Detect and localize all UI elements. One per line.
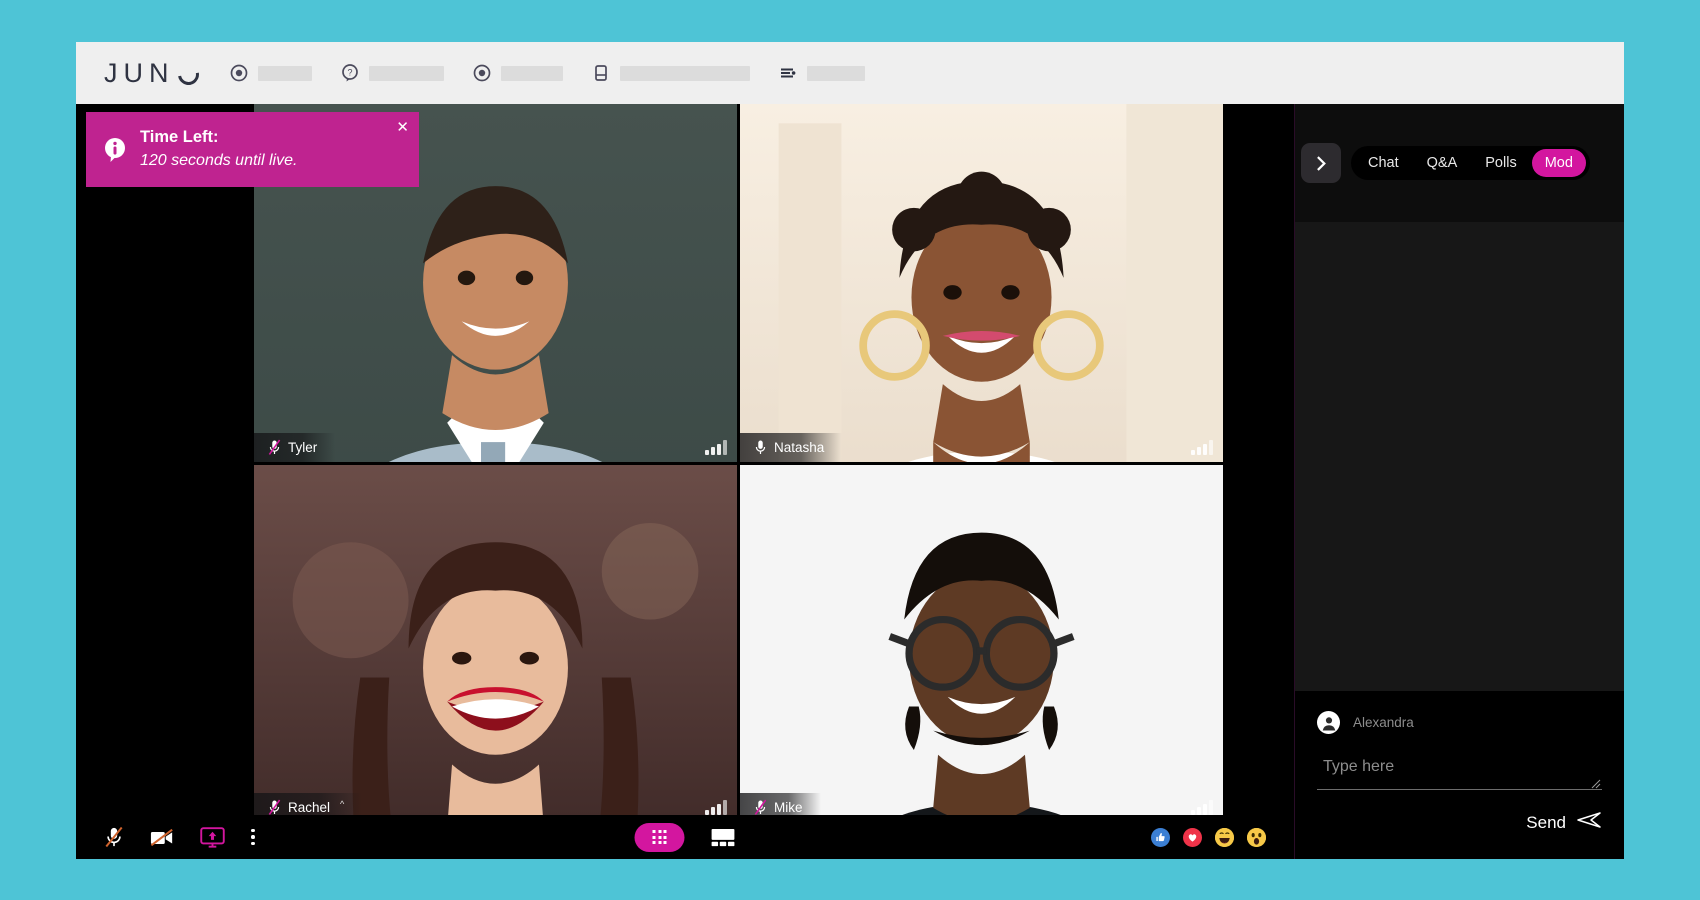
mic-on-icon [754, 439, 767, 456]
nav-item-1[interactable]: ? [340, 63, 444, 83]
mic-off-icon [104, 826, 124, 851]
toast-title: Time Left: [140, 128, 219, 147]
tab-mod[interactable]: Mod [1531, 149, 1586, 177]
participant-name: Mike [774, 800, 803, 815]
chevron-right-icon [1316, 155, 1326, 171]
nav-item-3[interactable] [591, 63, 750, 83]
nav-label-placeholder [368, 65, 444, 81]
reactions-group [1151, 827, 1266, 847]
message-composer: Alexandra Send [1295, 691, 1624, 859]
user-icon [1318, 712, 1339, 733]
nav-label-placeholder [619, 65, 750, 81]
record-circle-icon [472, 63, 492, 83]
panel-tabs: Chat Q&A Polls Mod [1351, 146, 1590, 180]
participant-name: Natasha [774, 439, 825, 455]
nav-label-placeholder [257, 65, 312, 81]
participant-video [740, 464, 1223, 822]
participant-nameplate: Natasha [740, 432, 843, 462]
juno-logo[interactable]: JUN [104, 57, 203, 89]
send-button-label: Send [1526, 812, 1566, 832]
grid-view-icon [652, 830, 667, 844]
composer-user-name: Alexandra [1353, 715, 1414, 730]
juno-logo-arc [173, 59, 203, 89]
juno-logo-text: JUN [104, 57, 175, 88]
control-bar-center [634, 822, 736, 852]
participant-video [740, 104, 1223, 462]
nav-item-4[interactable] [778, 63, 865, 83]
tab-polls[interactable]: Polls [1472, 149, 1529, 177]
video-grid: Tyler Natasha Rachel ^ Mike [254, 104, 1223, 822]
svg-text:?: ? [347, 68, 352, 78]
speaker-view-icon [711, 828, 736, 850]
close-icon[interactable]: ✕ [396, 120, 409, 135]
tab-qa[interactable]: Q&A [1414, 149, 1471, 177]
surprised-face-icon [1247, 827, 1266, 847]
app-header: JUN ? [76, 42, 1624, 104]
video-tile[interactable]: Rachel ^ [254, 464, 737, 822]
microphone-muted-button[interactable] [104, 826, 124, 848]
filter-lines-icon [778, 63, 798, 83]
laughing-face-icon [1215, 827, 1234, 847]
nav-label-placeholder [806, 65, 865, 81]
nav-item-2[interactable] [472, 63, 563, 83]
book-icon [591, 63, 611, 83]
send-row[interactable]: Send [1317, 810, 1602, 835]
time-left-toast: Time Left: 120 seconds until live. ✕ [86, 112, 419, 187]
grid-view-button[interactable] [634, 822, 685, 852]
send-icon [1576, 810, 1602, 835]
laugh-reaction[interactable] [1215, 827, 1234, 847]
mic-off-icon [754, 799, 767, 816]
camera-muted-button[interactable] [150, 828, 174, 847]
connection-signal-icon [705, 439, 727, 455]
thumbs-up-reaction[interactable] [1151, 827, 1170, 847]
participant-name: Rachel [288, 800, 331, 815]
participant-video [254, 464, 737, 822]
toast-text: Time Left: 120 seconds until live. [140, 126, 297, 172]
collapse-panel-button[interactable] [1301, 143, 1341, 183]
control-bar [76, 815, 1294, 859]
mic-off-icon [268, 799, 281, 816]
mic-off-icon [268, 439, 281, 456]
juno-app-window: JUN ? Tyler Natasha Rachel ^ Mike Time L… [76, 42, 1624, 859]
heart-icon [1188, 833, 1197, 842]
connection-signal-icon [1191, 439, 1213, 455]
heart-reaction[interactable] [1183, 827, 1202, 847]
help-bubble-icon: ? [340, 63, 360, 83]
connection-signal-icon [705, 800, 727, 815]
record-circle-icon [229, 63, 249, 83]
resize-grip-icon [1591, 779, 1601, 789]
nav-label-placeholder [500, 65, 563, 81]
more-options-button[interactable] [251, 828, 255, 846]
avatar [1317, 711, 1340, 734]
composer-user: Alexandra [1317, 711, 1602, 734]
video-tile[interactable]: Mike [740, 464, 1223, 822]
side-panel-header: Chat Q&A Polls Mod [1295, 104, 1624, 222]
app-body: Tyler Natasha Rachel ^ Mike Time Left: 1… [76, 104, 1624, 859]
connection-signal-icon [1191, 800, 1213, 815]
chevron-up-icon[interactable]: ^ [340, 799, 344, 809]
tab-chat[interactable]: Chat [1355, 149, 1412, 177]
video-off-icon [150, 828, 174, 850]
video-stage: Tyler Natasha Rachel ^ Mike Time Left: 1… [76, 104, 1294, 859]
wow-reaction[interactable] [1247, 827, 1266, 847]
side-panel: Chat Q&A Polls Mod Alexandra Type here S… [1294, 104, 1624, 859]
nav-item-0[interactable] [229, 63, 312, 83]
control-bar-left [104, 826, 255, 848]
toast-message: 120 seconds until live. [140, 151, 298, 169]
participant-nameplate: Tyler [254, 432, 336, 462]
screen-share-icon [200, 826, 225, 851]
share-screen-button[interactable] [200, 826, 225, 851]
info-icon [102, 137, 128, 163]
kebab-menu-icon [251, 828, 255, 846]
video-tile[interactable]: Natasha [740, 104, 1223, 462]
thumbs-up-icon [1156, 832, 1165, 841]
message-input[interactable] [1317, 754, 1602, 790]
speaker-view-button[interactable] [711, 828, 736, 847]
participant-name: Tyler [288, 439, 318, 455]
message-list[interactable] [1295, 222, 1624, 691]
